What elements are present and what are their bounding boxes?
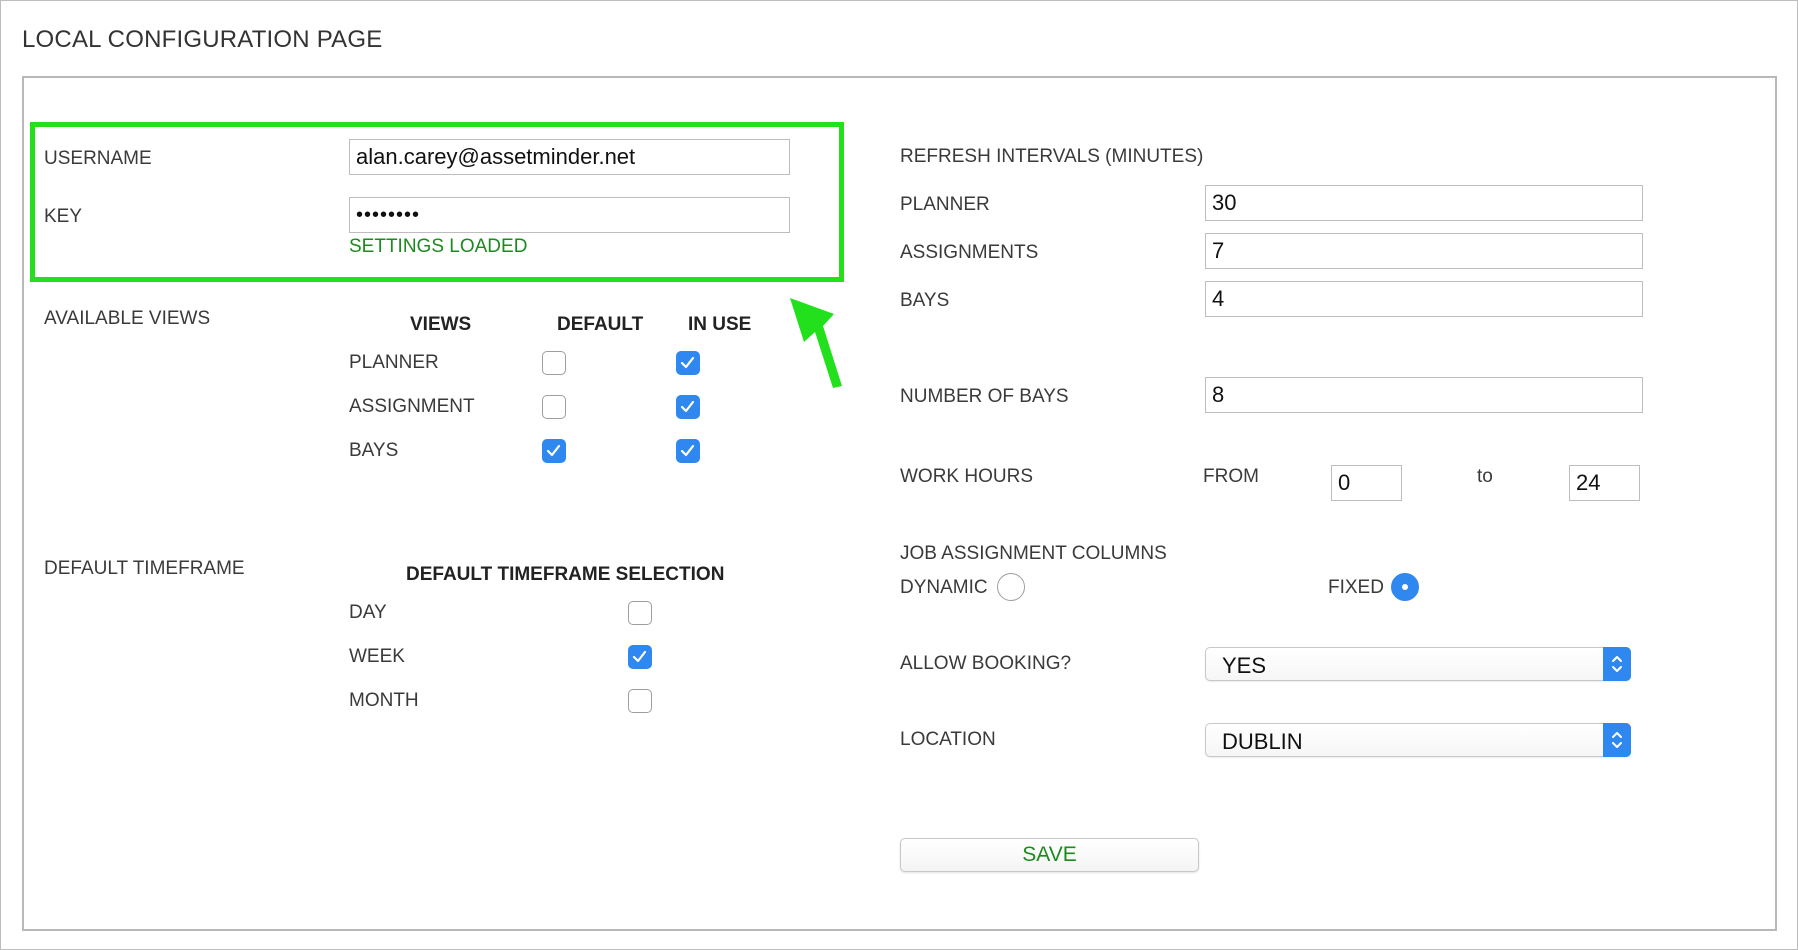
default-column-header: DEFAULT [557,314,644,335]
radio-dot [1402,584,1408,590]
allow-booking-selected-value: YES [1222,653,1267,678]
key-label: KEY [44,206,83,227]
location-select[interactable]: DUBLIN [1205,723,1631,757]
bays-interval-input[interactable] [1205,281,1643,317]
location-selected-value: DUBLIN [1222,729,1303,754]
check-icon [543,440,565,461]
location-label: LOCATION [900,729,996,750]
timeframe-row-label-week: WEEK [349,646,405,667]
month-checkbox[interactable] [628,689,652,713]
view-row-label-assignment: ASSIGNMENT [349,396,475,417]
username-input[interactable] [349,139,790,175]
week-checkbox[interactable] [628,645,652,669]
planner-default-checkbox[interactable] [542,351,566,375]
dynamic-option-label: DYNAMIC [900,577,988,598]
check-icon [629,646,651,667]
page-title: LOCAL CONFIGURATION PAGE [22,26,383,53]
check-icon [677,396,699,417]
check-icon [677,440,699,461]
allow-booking-select[interactable]: YES [1205,647,1631,681]
work-hours-to-input[interactable] [1569,465,1640,501]
assignments-interval-label: ASSIGNMENTS [900,242,1039,263]
planner-interval-label: PLANNER [900,194,990,215]
work-hours-to-label: to [1477,466,1493,487]
day-checkbox[interactable] [628,601,652,625]
chevron-up-down-icon [1603,723,1631,757]
timeframe-row-label-day: DAY [349,602,387,623]
save-button[interactable]: SAVE [900,838,1199,872]
arrow-icon [790,298,842,388]
view-row-label-bays: BAYS [349,440,399,461]
available-views-label: AVAILABLE VIEWS [44,308,211,329]
fixed-option-label: FIXED [1328,577,1384,598]
check-icon [677,352,699,373]
chevron-up-down-icon [1603,647,1631,681]
planner-interval-input[interactable] [1205,185,1643,221]
work-hours-label: WORK HOURS [900,466,1033,487]
fixed-radio[interactable] [1391,573,1419,601]
in-use-column-header: IN USE [688,314,752,335]
refresh-intervals-label: REFRESH INTERVALS (MINUTES) [900,146,1204,167]
bays-default-checkbox[interactable] [542,439,566,463]
bays-interval-label: BAYS [900,290,950,311]
views-column-header: VIEWS [410,314,472,335]
timeframe-row-label-month: MONTH [349,690,419,711]
default-timeframe-label: DEFAULT TIMEFRAME [44,558,245,579]
work-hours-from-input[interactable] [1331,465,1402,501]
planner-in-use-checkbox[interactable] [676,351,700,375]
number-of-bays-label: NUMBER OF BAYS [900,386,1069,407]
timeframe-selection-header: DEFAULT TIMEFRAME SELECTION [406,564,725,585]
assignments-interval-input[interactable] [1205,233,1643,269]
allow-booking-label: ALLOW BOOKING? [900,653,1072,674]
job-assignment-columns-label: JOB ASSIGNMENT COLUMNS [900,543,1167,564]
settings-loaded-status: SETTINGS LOADED [349,236,528,257]
username-label: USERNAME [44,148,152,169]
dynamic-radio[interactable] [997,573,1025,601]
bays-in-use-checkbox[interactable] [676,439,700,463]
work-hours-from-label: FROM [1203,466,1259,487]
view-row-label-planner: PLANNER [349,352,439,373]
key-input[interactable] [349,197,790,233]
number-of-bays-input[interactable] [1205,377,1643,413]
assignment-in-use-checkbox[interactable] [676,395,700,419]
assignment-default-checkbox[interactable] [542,395,566,419]
